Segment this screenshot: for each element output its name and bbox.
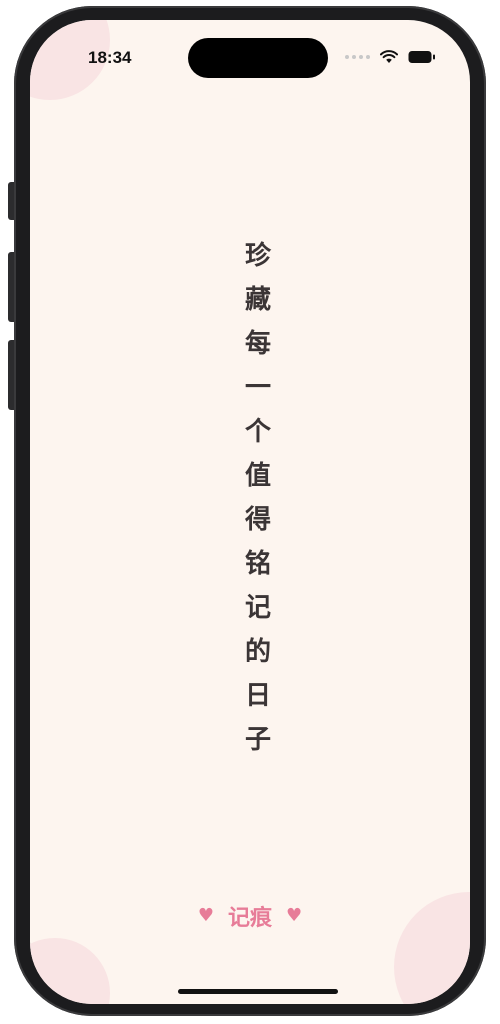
status-icons	[345, 50, 436, 64]
brand-name: 记痕	[227, 906, 272, 931]
slogan-char: 一	[244, 373, 271, 403]
signal-dots-icon	[345, 55, 370, 59]
status-bar: 18:34	[30, 20, 470, 96]
slogan-char: 值	[244, 461, 271, 491]
volume-up-button	[8, 252, 14, 322]
slogan-char: 子	[244, 725, 271, 755]
slogan-char: 珍	[244, 241, 271, 271]
vertical-slogan: 珍藏每一个值得铭记的日子	[230, 234, 286, 762]
dynamic-island	[188, 38, 328, 78]
slogan-char: 记	[244, 593, 271, 623]
status-time: 18:34	[88, 48, 132, 67]
wifi-icon	[380, 50, 398, 63]
heart-icon: ♥	[197, 905, 214, 926]
slogan-char: 个	[244, 417, 271, 447]
heart-icon: ♥	[286, 905, 303, 926]
volume-down-button	[8, 340, 14, 410]
decor-circle-bottom-left	[30, 938, 110, 1004]
home-indicator[interactable]	[178, 989, 338, 994]
slogan-char: 得	[244, 505, 271, 535]
slogan-char: 每	[244, 329, 271, 359]
slogan-char: 的	[244, 637, 271, 667]
splash-screen: 18:34 珍藏每一个值得铭记的日子 ♥ 记痕 ♥	[30, 20, 470, 1004]
action-button	[8, 182, 14, 220]
battery-icon	[408, 51, 435, 63]
brand-logo: ♥ 记痕 ♥	[30, 900, 470, 932]
slogan-char: 铭	[244, 549, 271, 579]
slogan-char: 日	[244, 681, 271, 711]
slogan-char: 藏	[244, 285, 271, 315]
